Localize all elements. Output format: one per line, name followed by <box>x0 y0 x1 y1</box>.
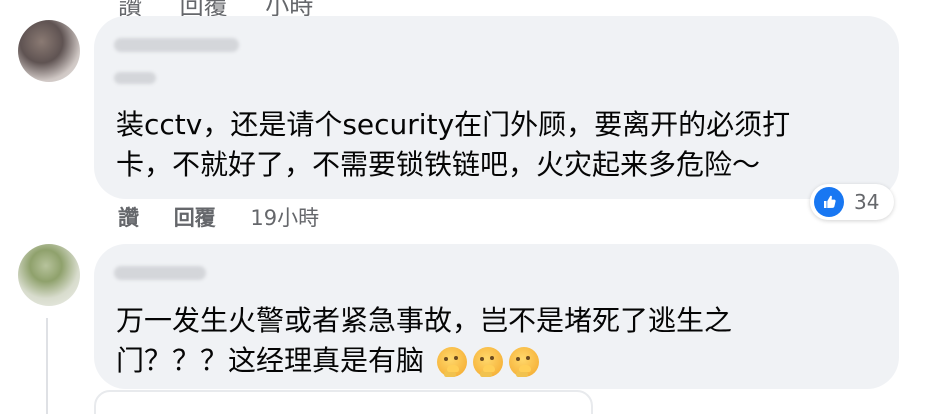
comment-actions: 讚 回覆 19小時 <box>118 202 347 234</box>
comment-text-fragment: 门？？？这经理真是有脑 <box>116 344 425 377</box>
avatar[interactable] <box>18 244 80 306</box>
emoji-group <box>436 347 539 377</box>
next-comment-preview <box>94 390 593 414</box>
comment-text-line: 卡，不就好了，不需要锁铁链吧，火灾起来多危险～ <box>116 148 761 181</box>
thinking-face-icon <box>508 347 539 377</box>
like-button[interactable]: 讚 <box>118 206 139 230</box>
comment-text-line: 万一发生火警或者紧急事故，岂不是堵死了逃生之 <box>116 304 733 337</box>
comment-text-line: 装cctv，还是请个security在门外顾，要离开的必须打 <box>116 108 791 141</box>
avatar[interactable] <box>18 20 80 82</box>
reaction-count: 34 <box>854 190 880 214</box>
thread-connector <box>46 318 48 414</box>
redacted-name <box>114 38 239 52</box>
comment-thread: 讚 回覆 小時 装cctv，还是请个security在门外顾，要离开的必须打 卡… <box>0 0 940 414</box>
redacted-name <box>114 266 206 280</box>
reply-button[interactable]: 回覆 <box>174 206 216 230</box>
comment-text-line: 门？？？这经理真是有脑 <box>116 340 539 382</box>
comment-bubble: 万一发生火警或者紧急事故，岂不是堵死了逃生之 门？？？这经理真是有脑 <box>94 244 899 389</box>
comment-bubble: 装cctv，还是请个security在门外顾，要离开的必须打 卡，不就好了，不需… <box>94 16 899 199</box>
timestamp: 19小時 <box>250 206 320 230</box>
thinking-face-icon <box>472 347 503 377</box>
redacted-subtitle <box>114 72 156 84</box>
thinking-face-icon <box>436 347 467 377</box>
like-icon <box>814 187 844 217</box>
reaction-badge[interactable]: 34 <box>810 184 894 220</box>
